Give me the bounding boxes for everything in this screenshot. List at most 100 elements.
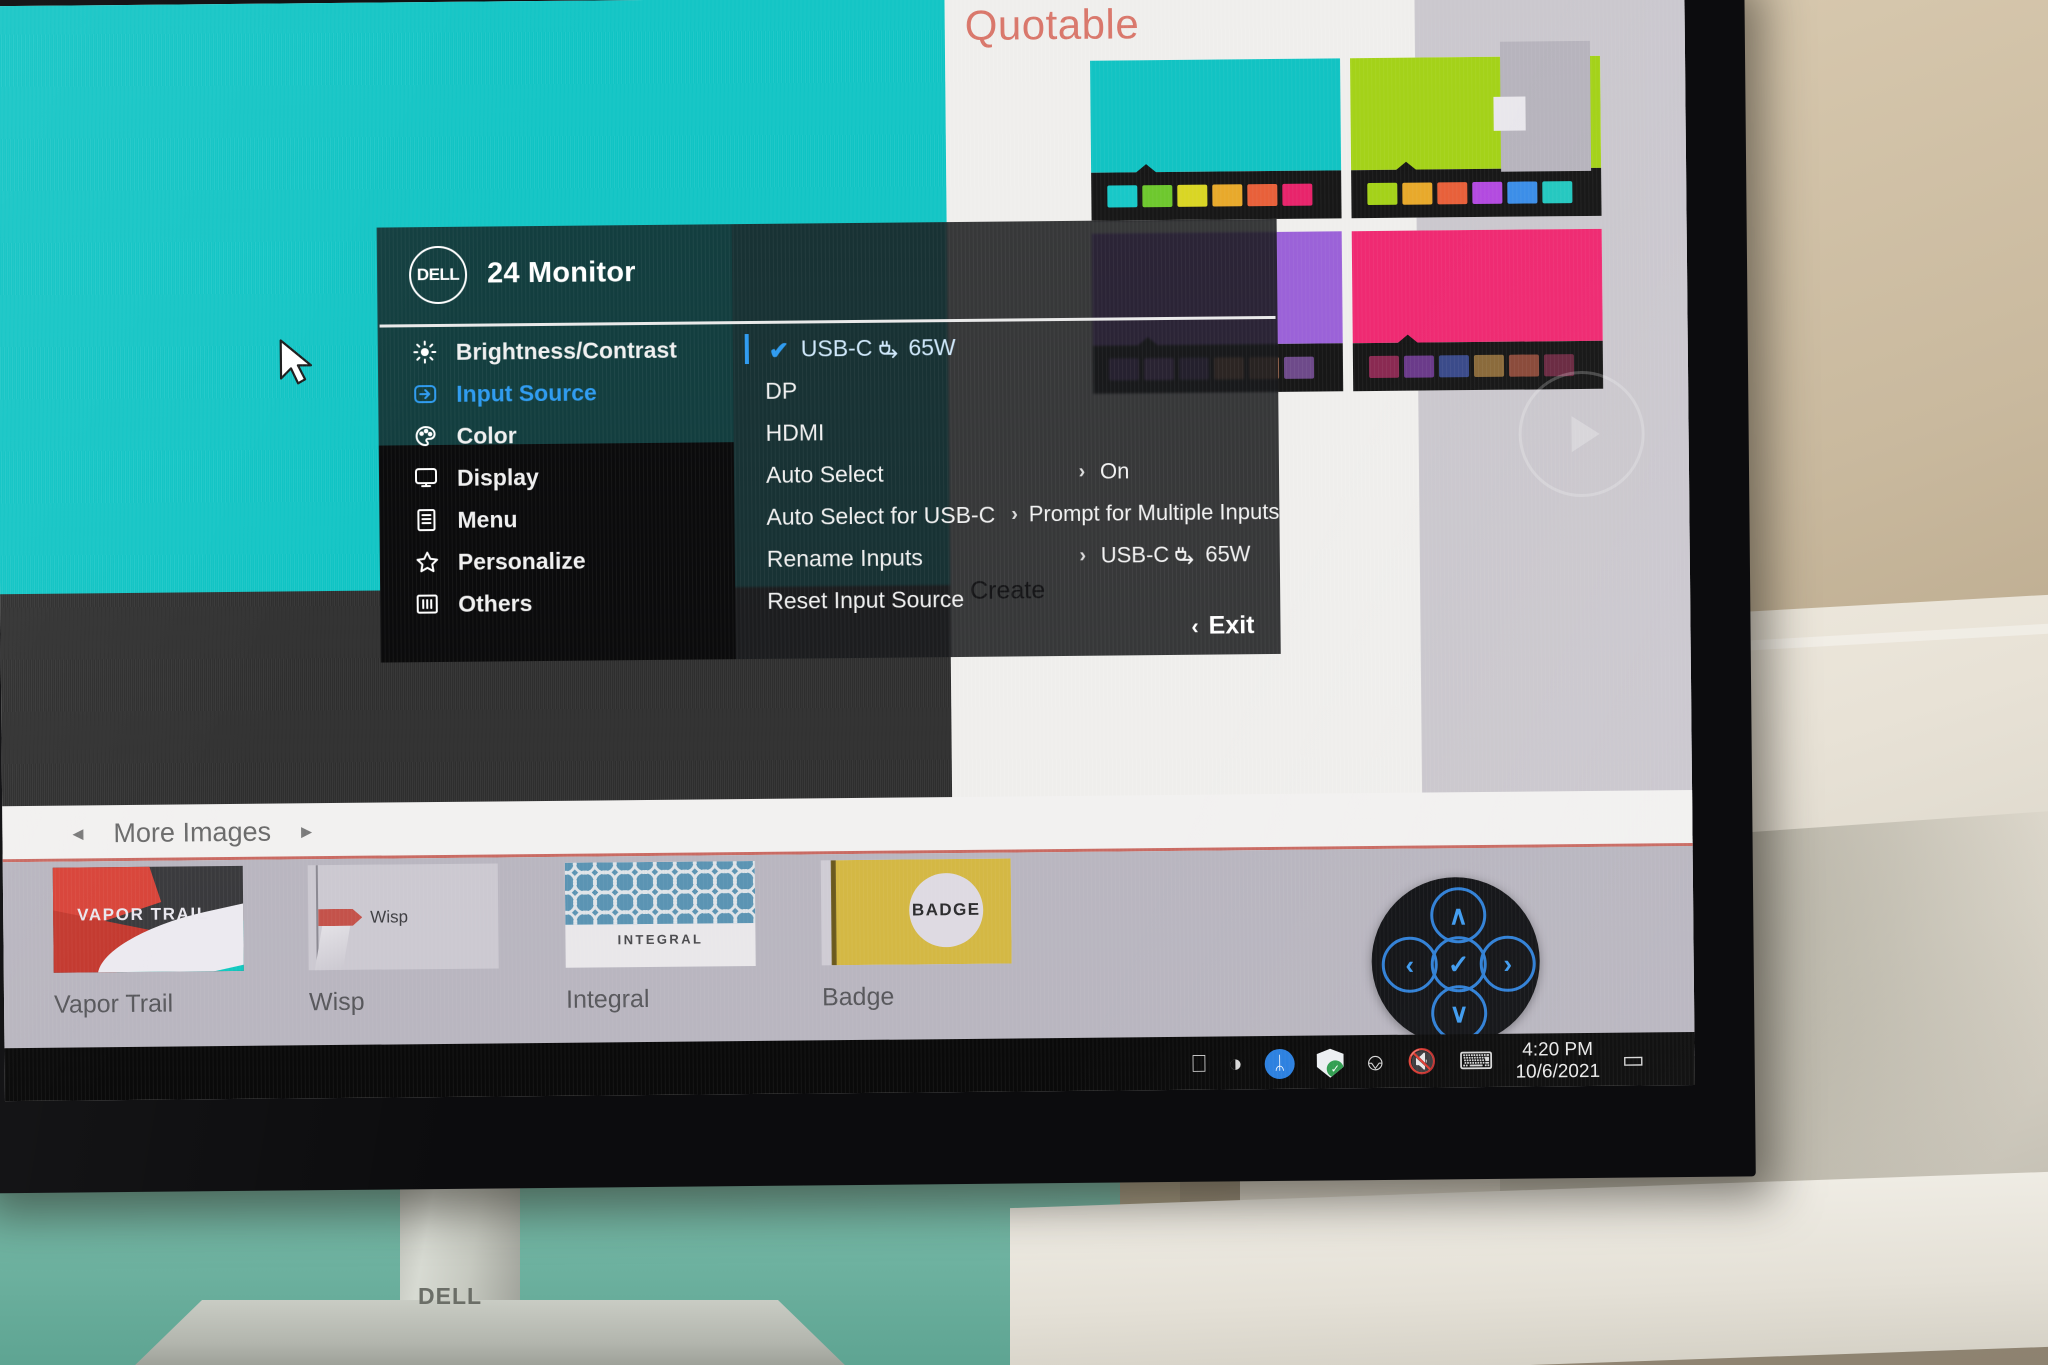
osd-menu-item-others[interactable]: Others (380, 580, 735, 625)
osd-value-row[interactable]: Auto Select › On (734, 449, 1279, 496)
osd-menu-column: Brightness/Contrast Input Source Color Disp… (378, 328, 736, 625)
joystick-right-button[interactable]: › (1479, 935, 1537, 993)
clock-date: 10/6/2021 (1515, 1060, 1601, 1083)
keyboard-icon[interactable]: ⌨ (1459, 1048, 1494, 1075)
osd-body: Brightness/Contrast Input Source Color Disp… (378, 323, 1281, 663)
thumbnail-badge[interactable]: BADGE (820, 858, 1012, 966)
play-button[interactable] (1518, 370, 1646, 498)
theme-chip (1247, 183, 1278, 207)
photo-scene: DELL ut ✕ Quotable (0, 0, 2048, 1365)
brightness-icon (412, 339, 438, 365)
osd-menu-item-label: Brightness/Contrast (455, 336, 678, 365)
osd-value-row[interactable]: Auto Select for USB-C › Prompt for Multipl… (734, 491, 1279, 538)
list-item[interactable]: Wisp Wisp (307, 863, 549, 1017)
monitor-screen: ut ✕ Quotable ◂ More Images ▸ (0, 0, 1695, 1102)
osd-menu[interactable]: DELL 24 Monitor Brightness/Contrast Input… (376, 218, 1281, 663)
dell-monitor: ut ✕ Quotable ◂ More Images ▸ (0, 0, 1756, 1194)
bluetooth-icon[interactable]: ᛦ (1264, 1048, 1295, 1079)
osd-menu-item-label: Others (458, 589, 533, 617)
osd-value-row[interactable]: DP (733, 365, 1278, 412)
osd-selection-bar (744, 334, 749, 365)
action-center-icon[interactable]: ▭ (1622, 1046, 1645, 1073)
osd-menu-item-brightness-contrast[interactable]: Brightness/Contrast (378, 328, 733, 373)
thumbnail-vapor-trail[interactable]: VAPOR TRAIL (52, 865, 244, 973)
osd-menu-item-input-source[interactable]: Input Source (378, 370, 733, 415)
display-icon (413, 465, 439, 491)
osd-value-current: Prompt for Multiple Inputs (1028, 498, 1280, 527)
osd-value-row[interactable]: HDMI (733, 407, 1278, 454)
osd-value-label: Auto Select (765, 460, 884, 488)
usb-eject-icon[interactable]: ⎕ (1192, 1050, 1207, 1077)
volume-mute-icon[interactable]: 🔇 (1407, 1048, 1437, 1075)
system-tray: ⎕ ◑ ᛦ ✓ ⎉ 🔇 ⌨ 4:20 PM 10/6/2021 ▭ (1192, 1038, 1645, 1086)
theme-swatch-teal-theme[interactable] (1090, 58, 1342, 221)
gallery-next-icon[interactable]: ▸ (301, 818, 312, 844)
osd-menu-item-color[interactable]: Color (378, 412, 733, 457)
osd-value-row[interactable]: ✔ USB-C 65W (733, 323, 1278, 370)
theme-chip (1107, 185, 1138, 208)
thumbnail-label: Vapor Trail (53, 989, 174, 1019)
theme-chip (1177, 184, 1208, 207)
osd-menu-item-menu[interactable]: Menu (379, 496, 734, 541)
background-create-label: Create (969, 576, 1046, 605)
joystick-left-button[interactable]: ‹ (1381, 936, 1439, 993)
theme-chip (1402, 182, 1433, 205)
list-item[interactable]: BADGE Badge (820, 858, 1062, 1012)
theme-chip (1508, 354, 1540, 377)
osd-joystick-overlay[interactable]: ∧ ‹ ✓ › ∨ (1370, 876, 1541, 1047)
play-triangle-icon (1570, 415, 1600, 453)
osd-value-current-text: USB-C (1100, 541, 1170, 568)
joystick-down-button[interactable]: ∨ (1430, 984, 1488, 1042)
osd-value-current: On (1099, 458, 1130, 484)
theme-chip (1438, 355, 1470, 378)
menu-icon (413, 507, 439, 533)
printer-icon[interactable]: ⎉ (1366, 1049, 1385, 1076)
osd-menu-item-label: Color (456, 421, 517, 449)
thumbnail-wisp[interactable]: Wisp (307, 863, 499, 971)
osd-value-current-watts: 65W (1205, 541, 1251, 567)
joystick-ok-button[interactable]: ✓ (1430, 935, 1488, 993)
osd-value-label: Auto Select for USB-C (766, 501, 996, 530)
theme-swatch-palette (1351, 161, 1602, 219)
osd-value-current: USB-C 65W (1101, 541, 1251, 568)
theme-swatch-palette (1091, 164, 1342, 221)
theme-chip (1472, 181, 1503, 205)
input-source-icon (412, 381, 438, 407)
theme-swatch-pink-theme[interactable] (1351, 228, 1604, 392)
osd-value-label: HDMI (765, 418, 825, 446)
check-icon: ✔ (768, 337, 790, 365)
osd-menu-item-label: Display (456, 463, 539, 491)
stand-dell-logo: DELL (418, 1283, 483, 1309)
list-item[interactable]: VAPOR TRAIL Vapor Trail (52, 865, 294, 1019)
desktop-app: ut ✕ Quotable ◂ More Images ▸ (0, 0, 1695, 1102)
security-shield-icon[interactable]: ✓ (1317, 1049, 1344, 1078)
taskbar-clock[interactable]: 4:20 PM 10/6/2021 (1515, 1039, 1600, 1083)
osd-exit-button[interactable]: ‹ Exit (1191, 611, 1254, 641)
thumbnail-inner-text: Wisp (370, 907, 409, 927)
thumbnail-inner-text: INTEGRAL (617, 931, 704, 948)
osd-value-row[interactable]: Rename Inputs › USB-C 65W (735, 533, 1280, 580)
osd-menu-item-display[interactable]: Display (379, 454, 734, 499)
exit-label: Exit (1208, 611, 1255, 640)
thumbnail-label: Integral (565, 984, 650, 1014)
side-thumbnail-inset (1493, 96, 1526, 131)
list-item[interactable]: INTEGRAL Integral (564, 860, 806, 1014)
thumbnail-label: Badge (821, 982, 895, 1012)
others-icon (414, 591, 440, 617)
osd-value-label-text: USB-C (800, 334, 873, 362)
quotable-title: Quotable (964, 0, 1140, 49)
osd-menu-item-personalize[interactable]: Personalize (380, 538, 735, 583)
wifi-icon[interactable]: ◑ (1228, 1050, 1243, 1077)
osd-menu-item-label: Menu (457, 505, 518, 533)
joystick-up-button[interactable]: ∧ (1430, 886, 1487, 944)
thumbnail-integral[interactable]: INTEGRAL (564, 860, 756, 968)
osd-value-label: DP (765, 377, 798, 404)
theme-chip (1142, 184, 1173, 208)
chevron-right-icon: › (1079, 544, 1087, 567)
theme-chip (1368, 355, 1400, 379)
theme-chip (1542, 181, 1573, 204)
gallery-prev-icon[interactable]: ◂ (72, 820, 83, 846)
mouse-cursor (279, 339, 313, 385)
theme-chip (1507, 181, 1538, 204)
theme-chip (1282, 183, 1313, 206)
